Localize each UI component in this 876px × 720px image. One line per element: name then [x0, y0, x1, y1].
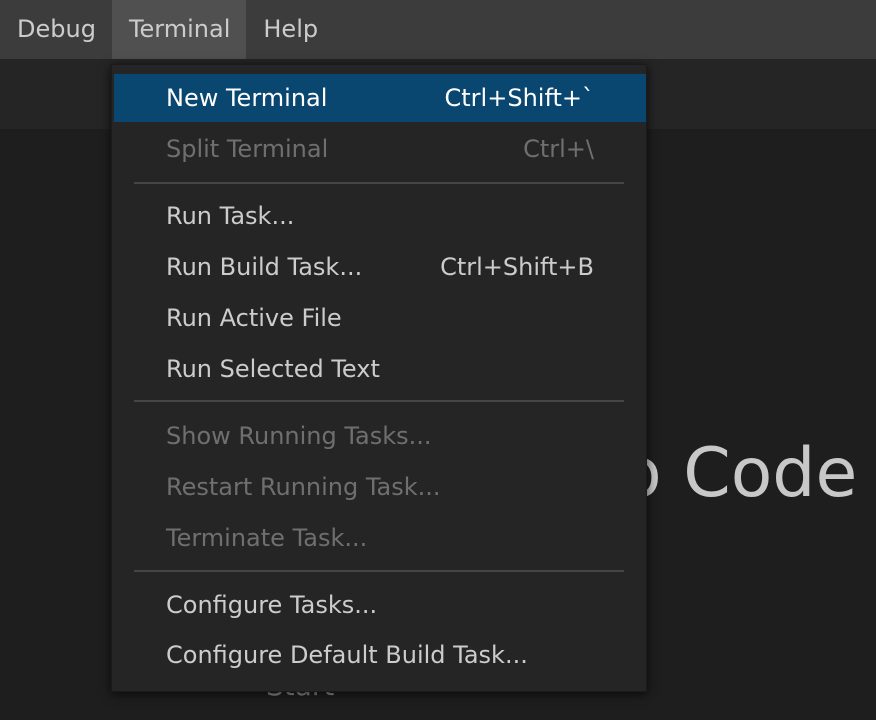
menu-item-configure-tasks[interactable]: Configure Tasks...: [114, 581, 646, 629]
menu-item-shortcut: Ctrl+Shift+B: [440, 253, 594, 281]
menu-item-label: Configure Tasks...: [166, 591, 378, 619]
menu-item-run-task[interactable]: Run Task...: [114, 192, 646, 240]
menu-item-shortcut: Ctrl+\: [523, 135, 594, 163]
menu-item-new-terminal[interactable]: New Terminal Ctrl+Shift+`: [114, 74, 646, 122]
menu-terminal[interactable]: Terminal: [111, 0, 247, 59]
menu-item-label: Restart Running Task...: [166, 473, 441, 501]
menu-bar: Debug Terminal Help: [0, 0, 876, 59]
menu-item-run-selected-text[interactable]: Run Selected Text: [114, 345, 646, 393]
terminal-menu-dropdown: New Terminal Ctrl+Shift+` Split Terminal…: [111, 64, 647, 692]
menu-item-label: Run Build Task...: [166, 253, 363, 281]
menu-separator: [134, 182, 624, 184]
menu-item-show-running-tasks: Show Running Tasks...: [114, 412, 646, 460]
menu-item-run-build-task[interactable]: Run Build Task... Ctrl+Shift+B: [114, 243, 646, 291]
menu-item-label: Show Running Tasks...: [166, 422, 432, 450]
welcome-title: o Code: [620, 434, 858, 513]
menu-item-label: Split Terminal: [166, 135, 329, 163]
menu-item-split-terminal: Split Terminal Ctrl+\: [114, 125, 646, 173]
menu-item-terminate-task: Terminate Task...: [114, 514, 646, 562]
menu-item-label: Run Active File: [166, 304, 342, 332]
menu-separator: [134, 570, 624, 572]
menu-item-configure-default-build-task[interactable]: Configure Default Build Task...: [114, 631, 646, 679]
menu-item-label: New Terminal: [166, 84, 328, 112]
menu-item-shortcut: Ctrl+Shift+`: [444, 84, 594, 112]
menu-item-label: Configure Default Build Task...: [166, 641, 528, 669]
menu-item-label: Run Task...: [166, 202, 295, 230]
menu-item-label: Terminate Task...: [166, 524, 368, 552]
menu-item-run-active-file[interactable]: Run Active File: [114, 294, 646, 342]
menu-help[interactable]: Help: [246, 0, 334, 59]
menu-separator: [134, 400, 624, 402]
menu-debug[interactable]: Debug: [0, 0, 112, 59]
menu-item-restart-running-task: Restart Running Task...: [114, 463, 646, 511]
menu-item-label: Run Selected Text: [166, 355, 380, 383]
